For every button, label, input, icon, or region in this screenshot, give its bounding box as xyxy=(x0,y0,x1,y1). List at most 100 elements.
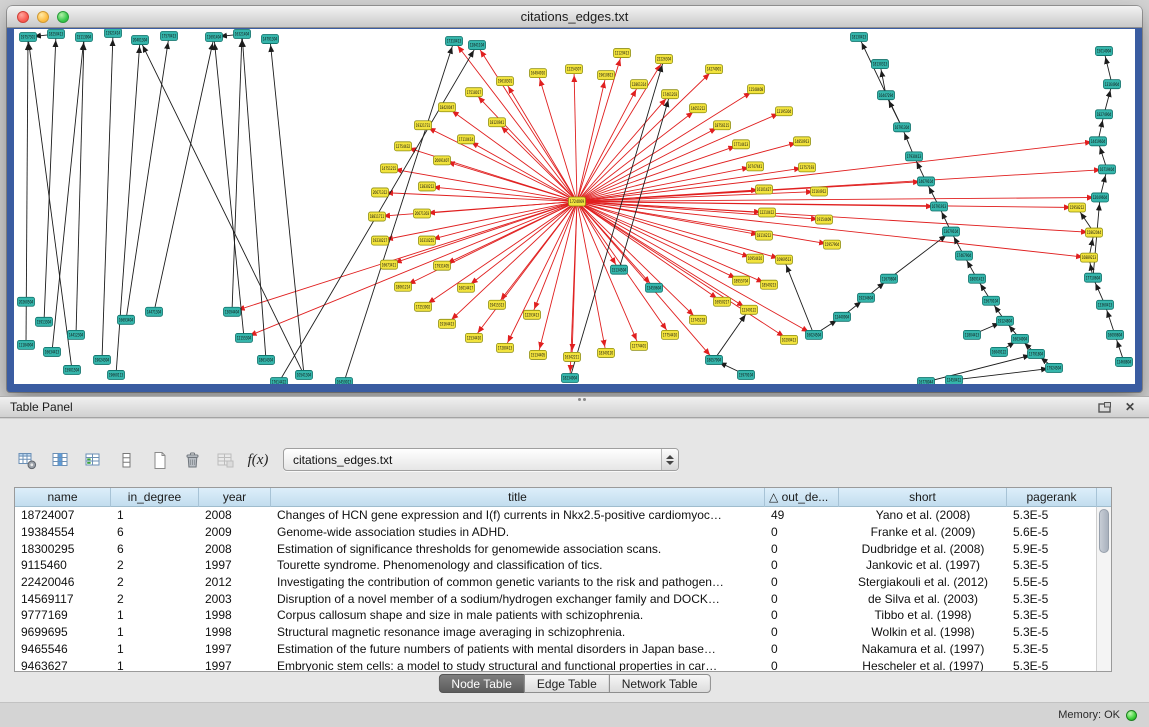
graph-node[interactable]: 16791304 xyxy=(894,123,911,132)
graph-node[interactable]: 17110414 xyxy=(458,135,475,144)
graph-node[interactable]: 11184904 xyxy=(18,340,35,349)
table-row[interactable]: 969969511998Structural magnetic resonanc… xyxy=(15,624,1111,641)
graph-node[interactable]: 19415313 xyxy=(489,300,506,309)
graph-node[interactable]: 17310413 xyxy=(446,37,463,46)
column-header-out_de[interactable]: △ out_de... xyxy=(765,488,839,507)
graph-node[interactable]: 15113904 xyxy=(76,33,93,42)
column-header-short[interactable]: short xyxy=(839,488,1007,507)
graph-node[interactable]: 17280413 xyxy=(497,343,514,352)
graph-node[interactable]: 12534410 xyxy=(466,333,483,342)
graph-node[interactable]: 11691404 xyxy=(206,33,223,42)
graph-node[interactable]: 12293413 xyxy=(524,310,541,319)
graph-node[interactable]: 18250413 xyxy=(48,30,65,39)
tab-edge-table[interactable]: Edge Table xyxy=(524,674,610,693)
graph-node[interactable]: 18349120 xyxy=(598,348,615,357)
graph-node[interactable]: 20671312 xyxy=(372,188,389,197)
graph-node[interactable]: 18274904 xyxy=(1096,110,1113,119)
graph-node[interactable]: 13757193 xyxy=(799,163,816,172)
graph-node[interactable]: 12195304 xyxy=(776,107,793,116)
table-row[interactable]: 1456911722003Disruption of a novel membe… xyxy=(15,590,1111,607)
graph-node[interactable]: 11548408 xyxy=(748,85,765,94)
graph-node[interactable]: 12440904 xyxy=(834,312,851,321)
graph-node[interactable]: 18756115 xyxy=(714,121,731,130)
graph-node[interactable]: 19154409 xyxy=(816,215,833,224)
graph-node[interactable]: 16791913 xyxy=(931,202,948,211)
graph-node[interactable]: 16099804 xyxy=(1107,330,1124,339)
graph-node[interactable]: 16101427 xyxy=(756,185,773,194)
graph-node[interactable]: 11679804 xyxy=(881,274,898,283)
network-canvas[interactable]: 1724069122543071649491019618301175180171… xyxy=(14,29,1135,384)
graph-node[interactable]: 17518017 xyxy=(466,88,483,97)
graph-node[interactable]: 12861314 xyxy=(631,80,648,89)
table-scrollbar[interactable] xyxy=(1096,507,1111,671)
table-row[interactable]: 1830029562008Estimation of significance … xyxy=(15,540,1111,557)
graph-node[interactable]: 13745218 xyxy=(690,315,707,324)
graph-node[interactable]: 18061214 xyxy=(395,282,412,291)
graph-node[interactable]: 12468804 xyxy=(1116,357,1133,366)
table-source-select[interactable]: citations_edges.txt xyxy=(283,448,679,471)
graph-node[interactable]: 12450412 xyxy=(946,375,963,384)
graph-node[interactable]: 14791304 xyxy=(262,35,279,44)
column-header-year[interactable]: year xyxy=(199,488,271,507)
graph-node[interactable]: 17710604 xyxy=(1085,273,1102,282)
tab-node-table[interactable]: Node Table xyxy=(438,674,525,693)
graph-node[interactable]: 15957904 xyxy=(824,240,841,249)
graph-node[interactable]: 18234904 xyxy=(562,373,579,382)
minimize-button[interactable] xyxy=(37,11,49,23)
graph-node[interactable]: 17461203 xyxy=(662,90,679,99)
graph-node[interactable]: 16014417 xyxy=(458,283,475,292)
graph-node[interactable]: 14471304 xyxy=(146,307,163,316)
graph-node[interactable]: 14679104 xyxy=(918,177,935,186)
graph-node[interactable]: 12774401 xyxy=(631,341,648,350)
graph-node[interactable]: 14651212 xyxy=(690,104,707,113)
graph-node[interactable]: 17467904 xyxy=(956,251,973,260)
graph-node[interactable]: 13679104 xyxy=(943,227,960,236)
table-row[interactable]: 1938455462009Genome-wide association stu… xyxy=(15,524,1111,541)
network-window-titlebar[interactable]: citations_edges.txt xyxy=(7,6,1142,28)
graph-node[interactable]: 18614304 xyxy=(258,355,275,364)
graph-node[interactable]: 17714413 xyxy=(733,140,750,149)
graph-node[interactable]: 12210412 xyxy=(759,208,776,217)
graph-node[interactable]: 16024504 xyxy=(806,330,823,339)
graph-node[interactable]: 20671303 xyxy=(414,209,431,218)
graph-node[interactable]: 15913304 xyxy=(36,317,53,326)
tab-network-table[interactable]: Network Table xyxy=(609,674,711,693)
graph-node[interactable]: 16693404 xyxy=(118,315,135,324)
delete-table-button[interactable] xyxy=(181,449,203,471)
column-header-name[interactable]: name xyxy=(15,488,111,507)
graph-node[interactable]: 14751215 xyxy=(381,164,398,173)
graph-node[interactable]: 19024304 xyxy=(94,355,111,364)
graph-node[interactable]: 19610813 xyxy=(598,71,615,80)
graph-node[interactable]: 16778044 xyxy=(918,377,935,384)
show-columns-button[interactable] xyxy=(49,449,71,471)
float-panel-button[interactable] xyxy=(1095,399,1113,415)
graph-node[interactable]: 19230217 xyxy=(372,236,389,245)
graph-node[interactable]: 18091413 xyxy=(969,274,986,283)
graph-node[interactable]: 19757301 xyxy=(20,33,37,42)
graph-node[interactable]: 16634413 xyxy=(44,347,61,356)
graph-node[interactable]: 10954410 xyxy=(747,254,764,263)
graph-node[interactable]: 11921414 xyxy=(105,29,122,38)
graph-node[interactable]: 17930413 xyxy=(906,152,923,161)
graph-node[interactable]: 19618301 xyxy=(497,77,514,86)
graph-node[interactable]: 15014904 xyxy=(1096,47,1113,56)
graph-node[interactable]: 10969513 xyxy=(776,255,793,264)
graph-node[interactable]: 19124804 xyxy=(997,316,1014,325)
column-header-in_degree[interactable]: in_degree xyxy=(111,488,199,507)
graph-node[interactable]: 19321731 xyxy=(415,121,432,130)
graph-node[interactable]: 15901504 xyxy=(64,365,81,374)
graph-node[interactable]: 17931405 xyxy=(434,261,451,270)
zoom-button[interactable] xyxy=(57,11,69,23)
function-builder-button[interactable]: f(x) xyxy=(247,449,269,471)
graph-node[interactable]: 16049122 xyxy=(991,347,1008,356)
graph-node[interactable]: 17614422 xyxy=(271,377,288,384)
graph-node[interactable]: 12155304 xyxy=(236,333,253,342)
graph-node[interactable]: 18811711 xyxy=(369,212,386,221)
graph-node[interactable]: 17924504 xyxy=(1046,363,1063,372)
close-panel-button[interactable]: ✕ xyxy=(1121,399,1139,415)
graph-node[interactable]: 18955704 xyxy=(733,276,750,285)
splitter-handle[interactable] xyxy=(575,398,589,402)
graph-node[interactable]: 15862044 xyxy=(1086,228,1103,237)
graph-node[interactable]: 17754410 xyxy=(662,330,679,339)
graph-node[interactable]: 13459604 xyxy=(646,283,663,292)
